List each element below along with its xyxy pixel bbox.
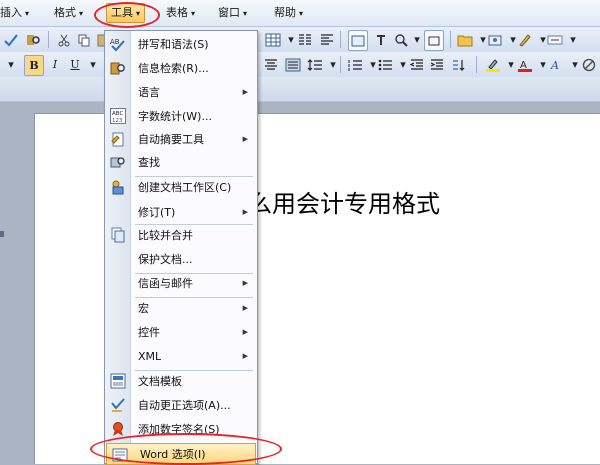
- menu-item-compare-merge[interactable]: 比较并合并: [105, 224, 257, 246]
- ruler-marker: [0, 231, 4, 237]
- research-icon[interactable]: [24, 30, 42, 49]
- highlight-icon[interactable]: [484, 55, 502, 74]
- no-entry-icon[interactable]: [580, 55, 598, 74]
- menu-item-letters-mailings[interactable]: 信函与邮件 ▶: [105, 272, 257, 294]
- submenu-arrow-icon: ▶: [242, 328, 248, 336]
- toolbar-separator: [476, 56, 477, 73]
- toolbar-separator: [340, 56, 341, 73]
- menu-item-add-digital-signature[interactable]: 添加数字签名(S): [105, 418, 257, 440]
- chevron-down-icon[interactable]: ▾: [84, 55, 102, 74]
- full-screen-icon[interactable]: [424, 30, 444, 51]
- autocorrect-icon: [110, 397, 126, 413]
- template-icon: [110, 373, 126, 389]
- tools-dropdown-menu: AB 拼写和语法(S) 信息检索(R)... 语言 ▶ ABC 123 字数统计(…: [104, 30, 258, 465]
- document-workspace-icon: [110, 179, 126, 195]
- submenu-arrow-icon: ▶: [242, 88, 248, 96]
- menu-insert[interactable]: 插入 ▾: [0, 4, 33, 22]
- paragraph-icon[interactable]: [318, 30, 336, 49]
- menu-item-track-changes[interactable]: 修订(T) ▶: [105, 201, 257, 223]
- menu-item-find[interactable]: 查找: [105, 151, 257, 173]
- standard-toolbar: ▾ ▾ ▾ ▾ ▾ ▾: [0, 27, 600, 53]
- columns-icon[interactable]: [296, 30, 314, 49]
- auto-summary-icon: [110, 131, 126, 147]
- justify-icon[interactable]: [284, 55, 302, 74]
- menu-item-auto-summary[interactable]: 自动摘要工具 ▶: [105, 128, 257, 150]
- word-options-icon: [112, 447, 128, 463]
- digital-signature-icon: [110, 421, 126, 437]
- chevron-down-icon: ▾: [25, 9, 30, 18]
- drawing-icon[interactable]: [348, 30, 368, 51]
- svg-text:AB: AB: [110, 38, 120, 46]
- copy-icon[interactable]: [75, 30, 93, 49]
- submenu-arrow-icon: ▶: [242, 352, 248, 360]
- submenu-arrow-icon: ▶: [242, 304, 248, 312]
- folder-icon[interactable]: [456, 30, 474, 49]
- chevron-down-icon[interactable]: ▾: [2, 55, 20, 74]
- find-icon: [110, 154, 126, 170]
- menu-item-research[interactable]: 信息检索(R)...: [105, 57, 257, 79]
- menu-window[interactable]: 窗口 ▾: [214, 4, 251, 22]
- chevron-down-icon: ▾: [191, 9, 196, 18]
- menu-bar: 插入 ▾ 格式 ▾ 工具 ▾ 表格 ▾ 窗口 ▾ 帮助 ▾: [0, 0, 600, 27]
- menu-help[interactable]: 帮助 ▾: [270, 4, 307, 22]
- chevron-down-icon[interactable]: ▾: [564, 30, 582, 49]
- submenu-arrow-icon: ▶: [242, 208, 248, 216]
- spell-check-icon[interactable]: [2, 30, 20, 49]
- menu-item-templates[interactable]: 文档模板: [105, 370, 257, 392]
- format-icon[interactable]: [516, 30, 534, 49]
- align-center-icon[interactable]: [262, 55, 280, 74]
- line-spacing-icon[interactable]: [306, 55, 324, 74]
- sort-icon[interactable]: [450, 55, 468, 74]
- increase-indent-icon[interactable]: [428, 55, 446, 74]
- bullets-icon[interactable]: [376, 55, 394, 74]
- insert-table-icon[interactable]: [264, 30, 282, 49]
- toolbar-separator: [48, 31, 49, 48]
- chevron-down-icon: ▾: [299, 9, 304, 18]
- menu-item-autocorrect-options[interactable]: 自动更正选项(A)...: [105, 394, 257, 416]
- font-color-icon[interactable]: A: [516, 55, 534, 74]
- menu-item-word-options[interactable]: Word 选项(I): [106, 443, 256, 465]
- menu-item-controls[interactable]: 控件 ▶: [105, 321, 257, 343]
- menu-item-protect-document[interactable]: 保护文档...: [105, 248, 257, 270]
- menu-item-spelling-grammar[interactable]: AB 拼写和语法(S): [105, 33, 257, 55]
- menu-item-document-workspace[interactable]: 创建文档工作区(C): [105, 176, 257, 198]
- menu-table[interactable]: 表格 ▾: [162, 4, 199, 22]
- menu-tools[interactable]: 工具 ▾: [106, 3, 146, 23]
- chevron-down-icon: ▾: [136, 9, 141, 18]
- menu-format[interactable]: 格式 ▾: [50, 4, 87, 22]
- svg-text:A: A: [550, 59, 559, 72]
- toolbar-separator: [450, 31, 451, 48]
- chevron-down-icon: ▾: [79, 9, 84, 18]
- bold-button[interactable]: B: [24, 55, 44, 76]
- numbering-icon[interactable]: [346, 55, 364, 74]
- italic-button[interactable]: I: [46, 55, 64, 74]
- chevron-down-icon: ▾: [243, 9, 248, 18]
- document-heading[interactable]: 么用会计专用格式: [248, 184, 440, 219]
- formatting-toolbar: ▾ B I U ▾ ▾ ▾ ▾ ▾ A ▾ A ▾: [0, 52, 600, 78]
- submenu-arrow-icon: ▶: [242, 279, 248, 287]
- spell-check-icon: AB: [110, 36, 126, 52]
- toolbar-strip: [0, 77, 600, 102]
- submenu-arrow-icon: ▶: [242, 135, 248, 143]
- toolbar-options-icon[interactable]: [546, 30, 564, 49]
- decrease-indent-icon[interactable]: [408, 55, 426, 74]
- svg-text:ABC: ABC: [112, 111, 123, 117]
- menu-item-macro[interactable]: 宏 ▶: [105, 297, 257, 319]
- word-count-icon: ABC 123: [110, 108, 126, 124]
- menu-item-language[interactable]: 语言 ▶: [105, 81, 257, 103]
- research-icon: [110, 60, 126, 76]
- format-painter-icon[interactable]: [372, 30, 390, 49]
- menu-item-word-count[interactable]: ABC 123 字数统计(W)...: [105, 105, 257, 127]
- menu-item-xml[interactable]: XML ▶: [105, 345, 257, 367]
- open-folder-icon[interactable]: [486, 30, 504, 49]
- font-effects-icon[interactable]: A: [548, 55, 566, 74]
- svg-text:123: 123: [112, 118, 123, 124]
- toolbar-separator: [340, 31, 341, 48]
- cut-icon[interactable]: [55, 30, 73, 49]
- compare-merge-icon: [110, 227, 126, 243]
- underline-button[interactable]: U: [66, 55, 84, 74]
